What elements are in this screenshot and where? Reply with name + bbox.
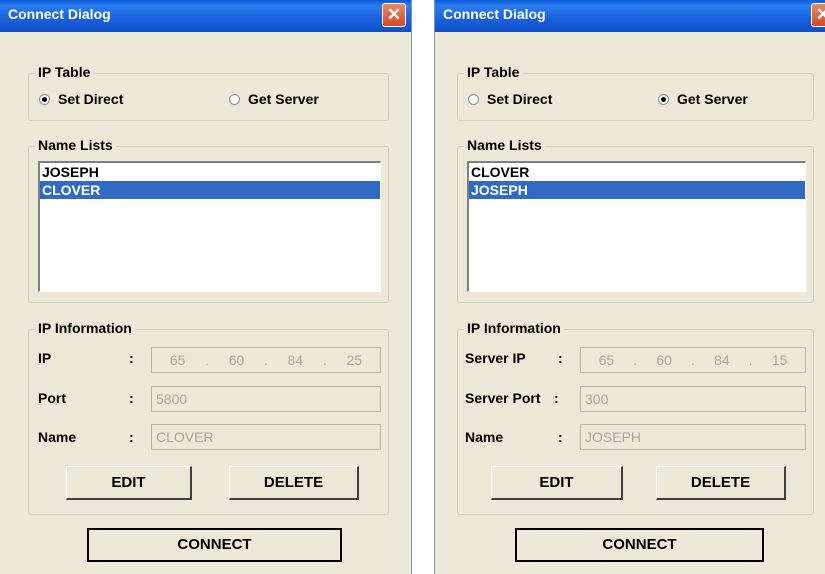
- ip-octet-2: 60: [228, 352, 245, 368]
- ip-table-legend: IP Table: [35, 63, 94, 81]
- ip-table-legend: IP Table: [464, 63, 523, 81]
- name-label: Name: [38, 429, 77, 445]
- server-ip-field[interactable]: 65 . 60 . 84 . 15: [580, 347, 806, 373]
- delete-button[interactable]: DELETE: [229, 466, 359, 500]
- ip-octet-1: 65: [169, 352, 186, 368]
- name-lists-legend: Name Lists: [35, 136, 116, 154]
- ip-colon: :: [129, 350, 134, 366]
- list-item[interactable]: JOSEPH: [40, 163, 380, 181]
- name-label: Name: [465, 429, 504, 445]
- ip-table-group: IP Table Set Direct Get Server: [28, 63, 389, 121]
- radio-button-icon[interactable]: [229, 93, 240, 105]
- close-icon[interactable]: ✕: [811, 3, 825, 27]
- port-field[interactable]: 5800: [151, 386, 381, 412]
- ip-information-group: IP Information Server IP : 65 . 60 . 84 …: [457, 319, 814, 515]
- name-lists-group: Name Lists JOSEPH CLOVER: [28, 136, 389, 303]
- radio-label: Set Direct: [487, 91, 553, 107]
- close-icon[interactable]: ✕: [382, 3, 406, 27]
- radio-label: Set Direct: [58, 91, 124, 107]
- radio-label: Get Server: [677, 91, 748, 107]
- name-lists-group: Name Lists CLOVER JOSEPH: [457, 136, 814, 303]
- server-port-label: Server Port: [465, 390, 541, 406]
- ip-octet-3: 84: [714, 352, 730, 368]
- ip-octet-1: 65: [598, 352, 615, 368]
- list-item[interactable]: CLOVER: [469, 163, 805, 181]
- radio-label: Get Server: [248, 91, 319, 107]
- title-bar[interactable]: Connect Dialog ✕: [0, 0, 411, 32]
- ip-information-legend: IP Information: [464, 319, 564, 337]
- radio-get-server[interactable]: Get Server: [229, 91, 319, 107]
- ip-dot: .: [264, 352, 268, 368]
- name-listbox[interactable]: JOSEPH CLOVER: [38, 161, 381, 292]
- connect-button[interactable]: CONNECT: [515, 528, 764, 562]
- dialog-title: Connect Dialog: [443, 6, 546, 22]
- ip-information-legend: IP Information: [35, 319, 135, 337]
- name-colon: :: [129, 429, 134, 445]
- port-colon: :: [129, 390, 134, 406]
- name-lists-legend: Name Lists: [464, 136, 545, 154]
- ip-table-group: IP Table Set Direct Get Server: [457, 63, 814, 121]
- list-item-selected[interactable]: CLOVER: [40, 181, 380, 199]
- ip-octet-2: 60: [656, 352, 672, 368]
- port-label: Port: [38, 390, 66, 406]
- radio-set-direct[interactable]: Set Direct: [39, 91, 123, 107]
- radio-button-icon[interactable]: [468, 93, 479, 105]
- radio-set-direct[interactable]: Set Direct: [468, 91, 552, 107]
- ip-dot: .: [633, 352, 638, 368]
- name-listbox[interactable]: CLOVER JOSEPH: [467, 161, 806, 292]
- title-bar[interactable]: Connect Dialog ✕: [435, 0, 825, 32]
- ip-label: IP: [38, 350, 52, 366]
- edit-button[interactable]: EDIT: [66, 466, 192, 500]
- radio-button-icon[interactable]: [39, 93, 50, 105]
- connect-dialog-set-direct: Connect Dialog ✕ IP Table Set Direct Get…: [0, 0, 412, 574]
- dialog-title: Connect Dialog: [8, 6, 111, 22]
- server-ip-label: Server IP: [465, 350, 526, 366]
- ip-octet-3: 84: [287, 352, 304, 368]
- port-colon: :: [554, 390, 559, 406]
- ip-information-group: IP Information IP : 65 . 60 . 84 . 25 Po…: [28, 319, 389, 515]
- name-field[interactable]: CLOVER: [151, 424, 381, 450]
- ip-dot: .: [748, 352, 753, 368]
- ip-address-field[interactable]: 65 . 60 . 84 . 25: [151, 347, 381, 373]
- name-field[interactable]: JOSEPH: [580, 424, 806, 450]
- connect-dialog-get-server: Connect Dialog ✕ IP Table Set Direct Get…: [434, 0, 825, 574]
- radio-get-server[interactable]: Get Server: [658, 91, 748, 107]
- ip-dot: .: [205, 352, 210, 368]
- ip-colon: :: [558, 350, 563, 366]
- ip-octet-4: 25: [346, 352, 363, 368]
- ip-dot: .: [691, 352, 695, 368]
- radio-button-icon[interactable]: [658, 93, 669, 105]
- connect-button[interactable]: CONNECT: [87, 528, 342, 562]
- delete-button[interactable]: DELETE: [656, 466, 786, 500]
- edit-button[interactable]: EDIT: [491, 466, 623, 500]
- ip-dot: .: [322, 352, 327, 368]
- server-port-field[interactable]: 300: [580, 386, 806, 412]
- list-item-selected[interactable]: JOSEPH: [469, 181, 805, 199]
- ip-octet-4: 15: [771, 352, 788, 368]
- name-colon: :: [558, 429, 563, 445]
